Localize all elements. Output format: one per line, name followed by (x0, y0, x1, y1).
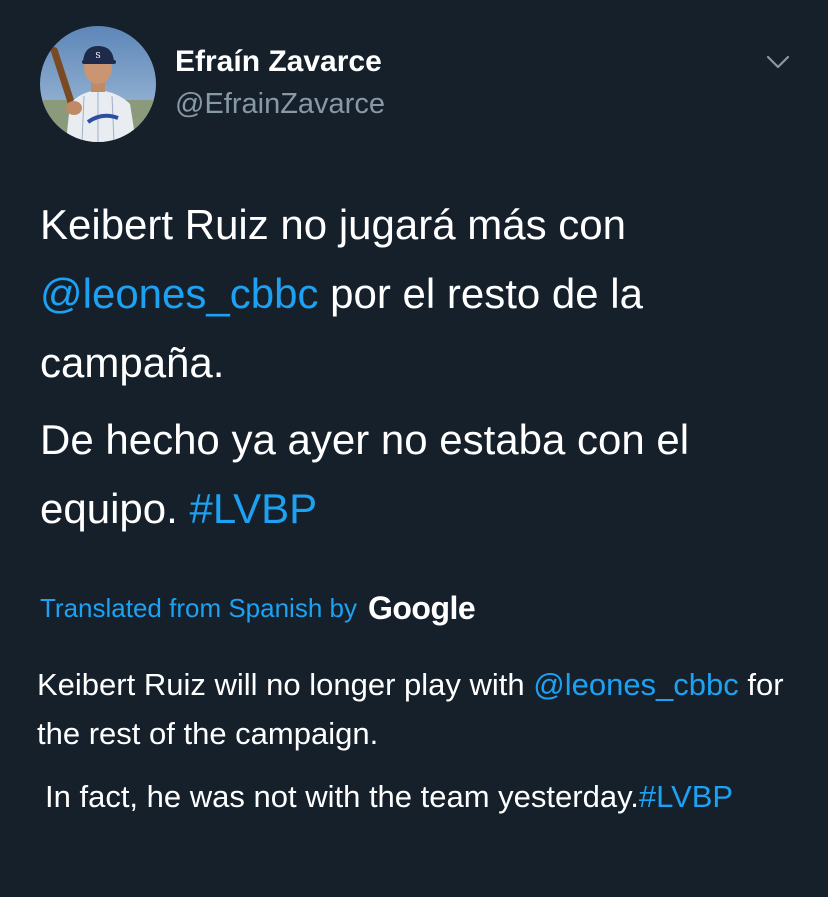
mention-link[interactable]: @leones_cbbc (533, 667, 739, 702)
translated-from-label[interactable]: Translated from Spanish by (40, 593, 357, 624)
svg-text:S: S (95, 51, 100, 60)
translation-text-segment: In fact, he was not with the team yester… (45, 779, 639, 814)
translation-paragraph: In fact, he was not with the team yester… (37, 772, 807, 821)
avatar[interactable]: S (40, 26, 156, 142)
hashtag-link[interactable]: #LVBP (639, 779, 733, 814)
tweet-text-segment: Keibert Ruiz no jugará más con (40, 201, 626, 248)
chevron-down-icon[interactable] (762, 48, 794, 76)
tweet-paragraph: Keibert Ruiz no jugará más con @leones_c… (40, 190, 800, 397)
translation-paragraph: Keibert Ruiz will no longer play with @l… (37, 660, 807, 758)
translation-text-segment: Keibert Ruiz will no longer play with (37, 667, 534, 702)
mention-link[interactable]: @leones_cbbc (40, 270, 318, 317)
translated-text: Keibert Ruiz will no longer play with @l… (37, 660, 807, 821)
baseball-player-avatar: S (40, 26, 156, 142)
author-display-name[interactable]: Efraín Zavarce (175, 44, 382, 80)
hashtag-link[interactable]: #LVBP (189, 485, 317, 532)
author-handle[interactable]: @EfrainZavarce (175, 86, 385, 122)
tweet-text: Keibert Ruiz no jugará más con @leones_c… (40, 190, 800, 543)
google-logo: Google (367, 590, 476, 626)
tweet-text-segment: De hecho ya ayer no estaba con el equipo… (40, 416, 690, 532)
translation-attribution: Translated from Spanish by Google (40, 590, 476, 627)
tweet-paragraph: De hecho ya ayer no estaba con el equipo… (40, 405, 800, 543)
